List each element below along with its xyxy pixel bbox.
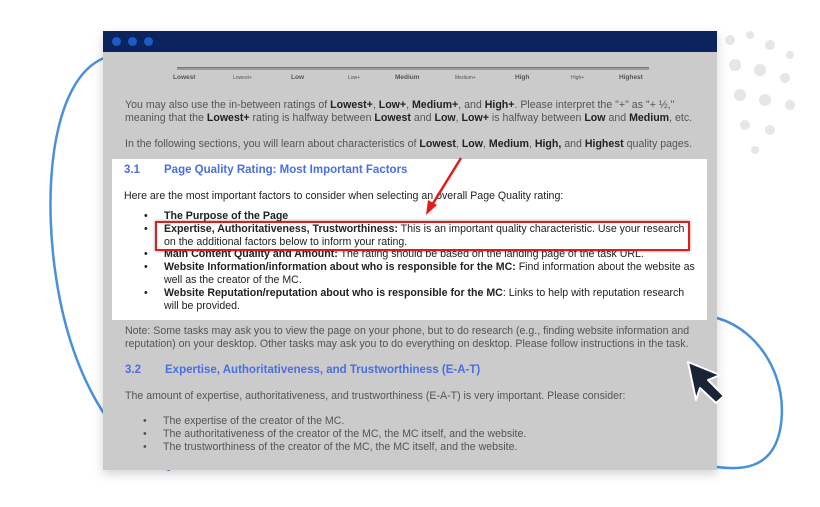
scale-label: Low [291, 74, 304, 81]
dot-pattern [725, 31, 795, 154]
scale-label: Medium [395, 74, 420, 81]
scale-label: Highest [619, 74, 643, 81]
section-lead: Here are the most important factors to c… [124, 190, 564, 202]
list-item: The trustworthiness of the creator of th… [111, 441, 526, 454]
scale-label: Lowest+ [233, 75, 252, 81]
list-item: Website Information/information about wh… [112, 261, 695, 287]
section-heading-3-2: 3.2 Expertise, Authoritativeness, and Tru… [125, 364, 481, 376]
highlight-box [155, 221, 690, 251]
window-dot-icon[interactable] [128, 37, 137, 46]
scale-label: High [515, 74, 530, 81]
scale-label: High+ [571, 75, 585, 81]
window-dot-icon[interactable] [144, 37, 153, 46]
window-dot-icon[interactable] [112, 37, 121, 46]
list-item: The authoritativeness of the creator of … [111, 428, 526, 441]
intro-paragraph: You may also use the in-between ratings … [125, 99, 693, 150]
title-bar [103, 31, 717, 52]
scale-label: Medium+ [455, 75, 476, 81]
section-lead: The amount of expertise, authoritativene… [125, 390, 626, 402]
list-item: Website Reputation/reputation about who … [112, 287, 695, 313]
scale-label: Lowest [173, 74, 196, 81]
right-curve [716, 316, 784, 470]
note-paragraph: Note: Some tasks may ask you to view the… [125, 325, 690, 350]
section-heading-3-1: 3.1 Page Quality Rating: Most Important F… [124, 164, 408, 176]
list-item: The expertise of the creator of the MC. [111, 415, 526, 428]
rating-scale-bar [177, 67, 649, 70]
scale-label: Low+ [348, 75, 361, 81]
